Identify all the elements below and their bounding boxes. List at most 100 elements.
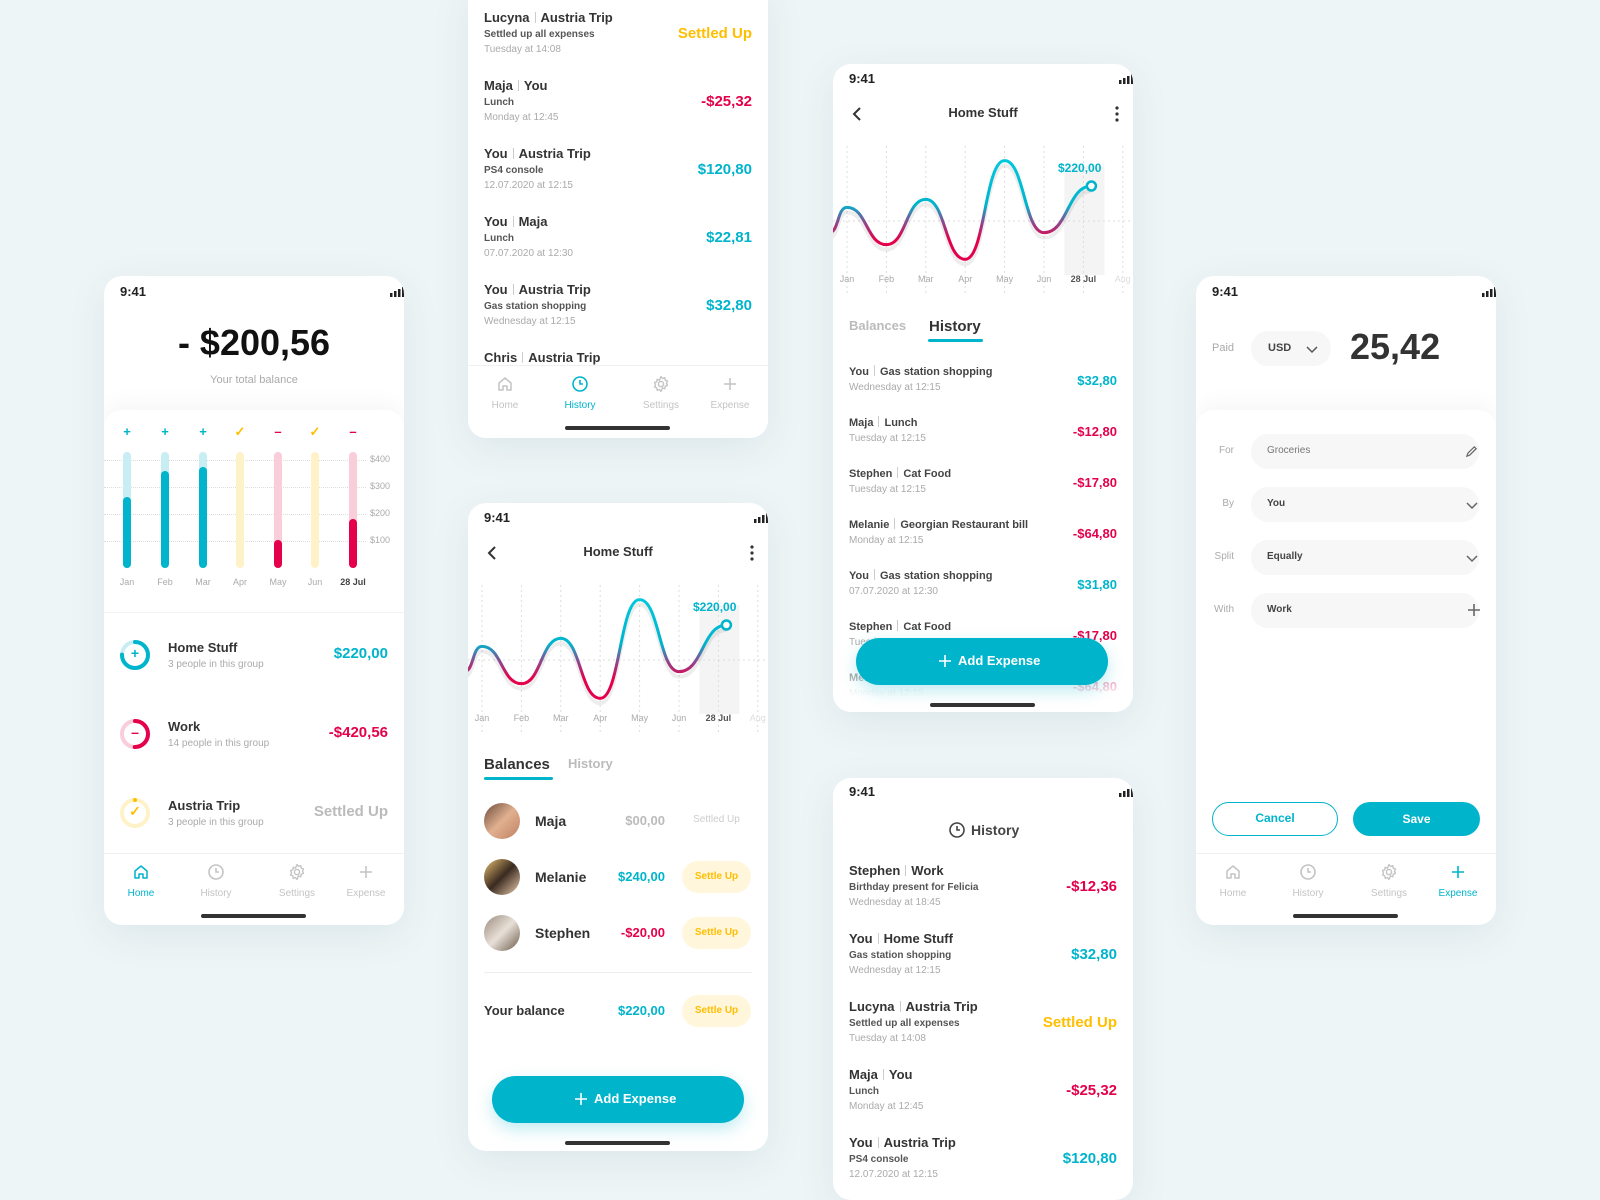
- row-title: Stephen Cat Food: [849, 620, 951, 633]
- tab-balances[interactable]: Balances: [484, 756, 550, 773]
- grid-line: [104, 541, 366, 543]
- history-row[interactable]: You Austria Trip PS4 console 12.07.2020 at …: [468, 146, 768, 210]
- group-amount: -$420,56: [328, 724, 388, 741]
- tab-home[interactable]: Home: [475, 375, 535, 421]
- save-button[interactable]: Save: [1353, 802, 1480, 836]
- history-row[interactable]: Maja You Lunch Monday at 12:45 -$25,32: [833, 1067, 1133, 1131]
- row-who: Melanie: [849, 519, 890, 531]
- row-description: Settled up all expenses: [484, 29, 595, 40]
- tab-balances[interactable]: Balances: [849, 318, 906, 333]
- row-group: Austria Trip: [518, 282, 591, 297]
- settle-up-button[interactable]: Settle Up: [682, 861, 751, 893]
- row-who: You: [849, 1135, 873, 1150]
- field-value: You: [1267, 498, 1286, 509]
- history-row[interactable]: Stephen Work Birthday present for Felicia W…: [833, 863, 1133, 927]
- tab-settings[interactable]: Settings: [267, 863, 327, 909]
- separator: [877, 933, 879, 944]
- group-item[interactable]: + Home Stuff 3 people in this group $220,00: [104, 626, 404, 682]
- check-icon: ✓: [234, 424, 246, 439]
- tab-expense[interactable]: Expense: [336, 863, 396, 909]
- field-by[interactable]: You: [1251, 487, 1479, 522]
- member-name: Melanie: [535, 869, 587, 885]
- row-title: You Maja: [484, 214, 548, 229]
- separator: [897, 620, 899, 631]
- bar: [161, 471, 169, 568]
- tab-history[interactable]: History: [186, 863, 246, 909]
- row-title: Stephen Cat Food: [849, 467, 951, 480]
- tab-label: Home: [491, 400, 519, 411]
- field-with[interactable]: Work: [1251, 593, 1480, 628]
- x-tick-label: May: [996, 274, 1014, 284]
- row-who: You: [849, 931, 873, 946]
- history-row[interactable]: You Home Stuff Gas station shopping Wednesd…: [833, 931, 1133, 995]
- x-tick-label: Mar: [553, 713, 569, 723]
- tab-history[interactable]: History: [929, 318, 981, 335]
- avatar: [484, 915, 520, 951]
- history-row[interactable]: Lucyna Austria Trip Settled up all expense…: [468, 10, 768, 74]
- amount-input[interactable]: 25,42: [1350, 326, 1440, 368]
- group-item[interactable]: – Work 14 people in this group -$420,56: [104, 705, 404, 761]
- history-row[interactable]: Maja You Lunch Monday at 12:45 -$25,32: [468, 78, 768, 142]
- grid-line: [104, 460, 366, 462]
- history-row[interactable]: You Gas station shopping 07.07.2020 at 12:…: [833, 569, 1133, 615]
- tab-history[interactable]: History: [568, 756, 613, 771]
- history-row[interactable]: You Austria Trip PS4 console 12.07.2020 at …: [833, 1135, 1133, 1199]
- avatar: [484, 859, 520, 895]
- row-date: Monday at 12:45: [484, 112, 559, 123]
- tab-bar-divider: [1196, 853, 1496, 854]
- member-name: Stephen: [535, 925, 591, 941]
- tab-label: Settings: [1370, 888, 1408, 899]
- chart-area: $220,00 Jan Feb Mar Apr May Jun 28 Jul Aug: [468, 503, 768, 743]
- row-title: You Austria Trip: [849, 1135, 956, 1150]
- tab-history[interactable]: History: [1278, 863, 1338, 909]
- history-row[interactable]: Melanie Georgian Restaurant bill Monday at…: [833, 518, 1133, 564]
- member-amount: $240,00: [618, 869, 665, 884]
- row-amount: $31,80: [1077, 577, 1117, 592]
- history-row[interactable]: You Austria Trip Gas station shopping Wedne…: [468, 282, 768, 346]
- row-group: Austria Trip: [883, 1135, 956, 1150]
- paid-label: Paid: [1212, 342, 1235, 354]
- row-description: Birthday present for Felicia: [849, 882, 979, 893]
- tab-home[interactable]: Home: [111, 863, 171, 909]
- history-row[interactable]: You Maja Lunch 07.07.2020 at 12:30 $22,81: [468, 214, 768, 278]
- group-amount: $220,00: [333, 645, 388, 662]
- separator: [899, 1001, 901, 1012]
- screens: 9:41 - $200,56 Your total balance $400 $300 $…: [0, 0, 1600, 1200]
- row-group: Work: [911, 863, 944, 878]
- cancel-button[interactable]: Cancel: [1212, 802, 1338, 836]
- row-group: Gas station shopping: [879, 366, 993, 378]
- history-row[interactable]: Stephen Cat Food Tuesday at 12:15 -$17,80: [833, 467, 1133, 513]
- group-name: Home Stuff: [168, 640, 238, 655]
- row-group: Maja: [518, 214, 548, 229]
- tab-expense[interactable]: Expense: [1428, 863, 1488, 909]
- history-row[interactable]: You Gas station shopping Wednesday at 12:1…: [833, 365, 1133, 411]
- x-tick-label: Feb: [879, 274, 895, 284]
- status-time: 9:41: [1212, 284, 1239, 299]
- y-tick-label: $400: [370, 454, 391, 465]
- x-tick-label: Jan: [475, 713, 490, 723]
- field-split[interactable]: Equally: [1251, 540, 1479, 575]
- tab-settings[interactable]: Settings: [631, 375, 691, 421]
- active-tab-underline: [928, 339, 983, 342]
- add-expense-button[interactable]: Add Expense: [856, 638, 1108, 685]
- row-date: Monday at 12:45: [849, 1101, 924, 1112]
- row-amount: $120,80: [697, 161, 752, 178]
- history-row[interactable]: Lucyna Austria Trip Settled up all expense…: [833, 999, 1133, 1063]
- separator: [534, 12, 536, 23]
- history-row[interactable]: Maja Lunch Tuesday at 12:15 -$12,80: [833, 416, 1133, 462]
- settle-up-button[interactable]: Settle Up: [682, 995, 751, 1027]
- your-balance-amount: $220,00: [618, 1003, 665, 1018]
- settle-up-button[interactable]: Settle Up: [682, 917, 751, 949]
- group-item[interactable]: ✓ Austria Trip 3 people in this group Settl…: [104, 784, 404, 840]
- tab-history[interactable]: History: [550, 375, 610, 421]
- row-date: Tuesday at 14:08: [484, 44, 561, 55]
- add-expense-button[interactable]: Add Expense: [492, 1076, 744, 1123]
- field-for[interactable]: Groceries: [1251, 434, 1479, 469]
- tab-settings[interactable]: Settings: [1359, 863, 1419, 909]
- row-group: You: [523, 78, 548, 93]
- row-title: Maja You: [484, 78, 548, 93]
- currency-select[interactable]: USD: [1251, 331, 1331, 366]
- tab-expense[interactable]: Expense: [700, 375, 760, 421]
- bar: [349, 519, 357, 568]
- tab-home[interactable]: Home: [1203, 863, 1263, 909]
